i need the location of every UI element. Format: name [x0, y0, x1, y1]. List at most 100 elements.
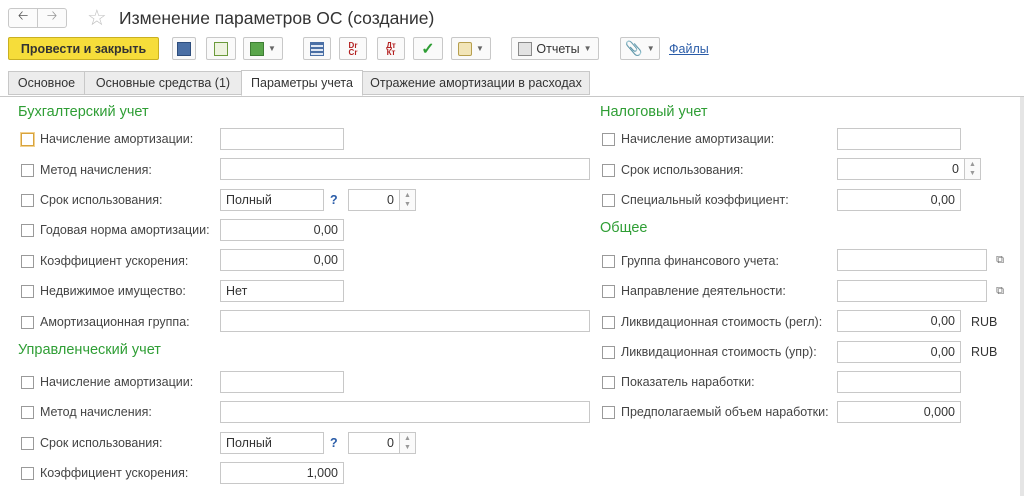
acc-depr-group-checkbox[interactable]: [21, 316, 34, 329]
gen-liq-regl-label: Ликвидационная стоимость (регл):: [621, 315, 823, 329]
spin-down-icon: ▼: [404, 444, 411, 451]
acc-term-checkbox[interactable]: [21, 194, 34, 207]
spin-up-icon: ▲: [404, 435, 411, 442]
tax-term-checkbox[interactable]: [602, 164, 615, 177]
acc-depr-group-field[interactable]: [220, 310, 590, 332]
gen-liq-upr-field[interactable]: 0,00: [837, 341, 961, 363]
acc-acceleration-field[interactable]: 0,00: [220, 249, 344, 271]
tax-special-coef-label: Специальный коэффициент:: [621, 193, 789, 207]
acc-acceleration-checkbox[interactable]: [21, 255, 34, 268]
acc-annual-rate-checkbox[interactable]: [21, 224, 34, 237]
tax-term-spinner[interactable]: ▲ ▼: [965, 158, 981, 180]
chevron-down-icon: ▼: [646, 44, 655, 53]
report-icon: [518, 41, 533, 56]
tab-bar: Основное Основные средства (1) Параметры…: [0, 70, 1024, 96]
save-button[interactable]: [172, 37, 196, 60]
post-and-close-button[interactable]: Провести и закрыть: [8, 37, 159, 60]
mgmt-term-spinner[interactable]: ▲ ▼: [400, 432, 416, 454]
tax-amortization-label: Начисление амортизации:: [621, 132, 775, 146]
gen-output-indicator-label: Показатель наработки:: [621, 375, 755, 389]
gen-liq-regl-unit: RUB: [971, 315, 998, 329]
tab-accounting-params[interactable]: Параметры учета: [241, 70, 363, 96]
list-icon: [310, 41, 324, 56]
acc-amortization-field[interactable]: [220, 128, 344, 150]
acc-term-label: Срок использования:: [40, 193, 163, 207]
drcr-button[interactable]: Dr Cr: [339, 37, 367, 60]
tab-divider: [0, 96, 1024, 97]
related-docs-icon: [458, 41, 473, 56]
drcr-icon: Dr Cr: [348, 40, 358, 57]
acc-term-help-link[interactable]: ?: [330, 193, 338, 207]
attach-button[interactable]: 📎 ▼: [620, 37, 660, 60]
gen-liq-regl-field[interactable]: 0,00: [837, 310, 961, 332]
acc-real-estate-field[interactable]: Нет: [220, 280, 344, 302]
tax-special-coef-checkbox[interactable]: [602, 194, 615, 207]
related-docs-button[interactable]: ▼: [451, 37, 491, 60]
mgmt-acceleration-checkbox[interactable]: [21, 467, 34, 480]
acc-term-type-field[interactable]: Полный: [220, 189, 324, 211]
acc-amortization-checkbox[interactable]: [21, 133, 34, 146]
acc-term-spinner[interactable]: ▲ ▼: [400, 189, 416, 211]
checkmark-icon: ✓: [421, 40, 435, 58]
gen-liq-upr-label: Ликвидационная стоимость (упр):: [621, 345, 817, 359]
mgmt-term-help-link[interactable]: ?: [330, 436, 338, 450]
mgmt-method-checkbox[interactable]: [21, 406, 34, 419]
gen-liq-upr-checkbox[interactable]: [602, 346, 615, 359]
dtkt-button[interactable]: Дт Кт: [377, 37, 405, 60]
create-based-icon: [250, 41, 265, 56]
mgmt-term-checkbox[interactable]: [21, 437, 34, 450]
acc-real-estate-checkbox[interactable]: [21, 285, 34, 298]
tax-term-field[interactable]: 0: [837, 158, 965, 180]
tab-main[interactable]: Основное: [8, 71, 85, 95]
accounting-heading: Бухгалтерский учет: [18, 104, 149, 120]
acc-method-checkbox[interactable]: [21, 164, 34, 177]
open-icon[interactable]: ⧉: [990, 281, 1010, 301]
list-button[interactable]: [303, 37, 331, 60]
tax-amortization-field[interactable]: [837, 128, 961, 150]
reports-button[interactable]: Отчеты ▼: [511, 37, 599, 60]
window-title: Изменение параметров ОС (создание): [119, 8, 435, 28]
gen-expected-output-field[interactable]: 0,000: [837, 401, 961, 423]
scrollbar[interactable]: [1020, 97, 1024, 496]
back-button[interactable]: 🡠: [8, 8, 38, 28]
check-button[interactable]: ✓: [413, 37, 443, 60]
post-button[interactable]: [206, 37, 236, 60]
arrow-left-icon: 🡠: [17, 8, 29, 23]
gen-direction-label: Направление деятельности:: [621, 284, 786, 298]
gen-fin-group-checkbox[interactable]: [602, 255, 615, 268]
mgmt-method-field[interactable]: [220, 401, 590, 423]
acc-term-number-field[interactable]: 0: [348, 189, 400, 211]
management-heading: Управленческий учет: [18, 342, 161, 358]
gen-output-indicator-checkbox[interactable]: [602, 376, 615, 389]
acc-real-estate-label: Недвижимое имущество:: [40, 284, 186, 298]
gen-fin-group-field[interactable]: [837, 249, 987, 271]
gen-output-indicator-field[interactable]: [837, 371, 961, 393]
gen-expected-output-label: Предполагаемый объем наработки:: [621, 405, 829, 419]
files-link[interactable]: Файлы: [669, 42, 709, 56]
forward-button[interactable]: 🡢: [37, 8, 67, 28]
acc-amortization-label: Начисление амортизации:: [40, 132, 194, 146]
acc-depr-group-label: Амортизационная группа:: [40, 315, 190, 329]
gen-direction-checkbox[interactable]: [602, 285, 615, 298]
chevron-down-icon: ▼: [476, 44, 484, 53]
tax-amortization-checkbox[interactable]: [602, 133, 615, 146]
mgmt-amortization-checkbox[interactable]: [21, 376, 34, 389]
gen-expected-output-checkbox[interactable]: [602, 406, 615, 419]
mgmt-acceleration-field[interactable]: 1,000: [220, 462, 344, 484]
create-based-on-button[interactable]: ▼: [243, 37, 283, 60]
gen-direction-field[interactable]: [837, 280, 987, 302]
acc-method-label: Метод начисления:: [40, 163, 152, 177]
spin-up-icon: ▲: [969, 161, 976, 168]
tab-fixed-assets[interactable]: Основные средства (1): [84, 71, 242, 95]
star-icon[interactable]: ☆: [87, 5, 107, 31]
mgmt-term-type-field[interactable]: Полный: [220, 432, 324, 454]
mgmt-amortization-field[interactable]: [220, 371, 344, 393]
gen-liq-regl-checkbox[interactable]: [602, 316, 615, 329]
tax-special-coef-field[interactable]: 0,00: [837, 189, 961, 211]
open-icon[interactable]: ⧉: [990, 250, 1010, 270]
mgmt-term-number-field[interactable]: 0: [348, 432, 400, 454]
acc-annual-rate-field[interactable]: 0,00: [220, 219, 344, 241]
arrow-right-icon: 🡢: [46, 8, 58, 23]
acc-method-field[interactable]: [220, 158, 590, 180]
tab-amortization-expenses[interactable]: Отражение амортизации в расходах: [362, 71, 590, 95]
